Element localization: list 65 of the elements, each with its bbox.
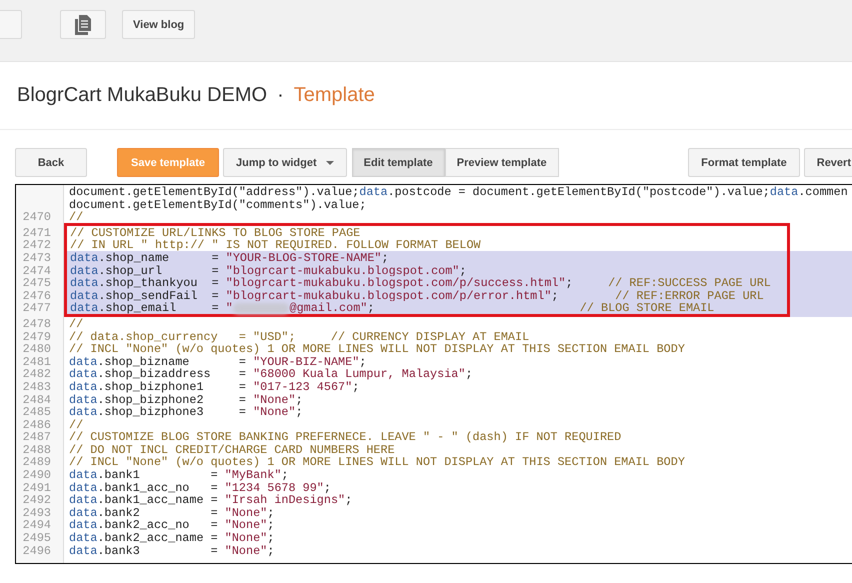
toolbar-button[interactable]: Revert: [804, 148, 852, 177]
line-number: 2487: [22, 430, 52, 443]
code-line: data.bank2 = "None";: [68, 506, 276, 518]
line-number: 2486: [22, 418, 52, 430]
dropdown-button[interactable]: Jump to widget: [222, 148, 347, 177]
code-line: data.shop_bizphone2 = "None";: [68, 392, 304, 406]
code-line: data.shop_bizphone3 = "None";: [68, 405, 304, 418]
code-line: data.bank1_acc_name = "Irsah inDesigns";: [68, 493, 354, 506]
line-number: 2475: [22, 276, 52, 289]
code-line: //: [68, 316, 84, 330]
code-line: // CUSTOMIZE BLOG STORE BANKING PREFERNECE. LEAVE " - " (dash) IF NOT REQUIRED: [68, 430, 622, 443]
code-line: data.bank1 = "MyBank";: [68, 468, 290, 481]
code-line: // INCL "None" (w/o quotes) 1 OR MORE LINES WILL NOT DISPLAY AT THIS SECTION EMAIL BODY: [68, 342, 686, 355]
line-number: 2494: [22, 518, 52, 532]
caret-icon: [326, 160, 334, 164]
line-number: 2472: [22, 238, 52, 251]
code-line: document.getElementById("address").value;data.postcode = document.getElementById("postcode").value;data.commen: [68, 185, 849, 198]
line-number: 2485: [22, 405, 52, 418]
line-number: 2492: [22, 493, 52, 506]
code-line: data.shop_bizname = "YOUR-BIZ-NAME";: [68, 354, 368, 368]
line-number: 2489: [22, 455, 52, 468]
line-number: 2491: [22, 480, 52, 494]
line-number: 2496: [22, 544, 52, 556]
code-line: // IN URL " http:// " IS NOT REQUIRED. FOLLOW FORMAT BELOW: [64, 238, 852, 251]
line-number: 2490: [22, 468, 52, 481]
code-line: data.shop_bizaddress = "68000 Kuala Lumpur, Malaysia";: [68, 367, 474, 380]
code-line: data.bank2_acc_name = "None";: [68, 531, 276, 544]
line-number: 2473: [22, 250, 52, 264]
code-line: // INCL "None" (w/o quotes) 1 OR MORE LINES WILL NOT DISPLAY AT THIS SECTION EMAIL BODY: [68, 455, 686, 468]
code-editor[interactable]: [15, 184, 852, 564]
code-line: // DO NOT INCL CREDIT/CHARGE CARD NUMBERS HERE: [68, 442, 396, 456]
code-line: //: [68, 210, 84, 223]
pages-button[interactable]: [60, 10, 106, 39]
line-number: 2470: [22, 210, 52, 223]
line-number: 2480: [22, 342, 52, 355]
code-line: document.getElementById("comments").value;: [68, 198, 368, 210]
mode-tab[interactable]: Preview template: [444, 148, 559, 177]
code-line: //: [68, 418, 84, 430]
blog-title: BlogrCart MukaBuku DEMO: [17, 84, 268, 107]
line-number: 2484: [22, 392, 52, 406]
line-number: 2476: [22, 288, 52, 302]
code-line: // data.shop_currency = "USD"; // CURRENCY DISPLAY AT EMAIL: [68, 330, 530, 342]
line-number: 2471: [22, 224, 52, 238]
line-number: 2483: [22, 380, 52, 392]
line-number: 2493: [22, 506, 52, 518]
line-number: 2488: [22, 442, 52, 456]
code-line: data.shop_bizphone1 = "017-123 4567";: [68, 380, 360, 392]
toolbar-button[interactable]: Format template: [688, 148, 800, 177]
line-number: 2478: [22, 316, 52, 330]
line-number: 2495: [22, 531, 52, 544]
separator-dot: ·: [277, 84, 284, 107]
line-number: 2477: [22, 301, 52, 317]
line-number: 2479: [22, 330, 52, 342]
code-line: // CUSTOMIZE URL/LINKS TO BLOG STORE PAGE: [64, 222, 852, 238]
code-line: data.bank3 = "None";: [68, 544, 276, 556]
page-title: Template: [294, 84, 375, 107]
line-number: 2482: [22, 367, 52, 380]
view-blog-button[interactable]: View blog: [122, 10, 196, 39]
line-number: 2481: [22, 354, 52, 368]
toolbar-button[interactable]: Back: [15, 148, 87, 177]
code-line: data.bank2_acc_no = "None";: [68, 518, 276, 532]
code-line: data.bank1_acc_no = "1234 5678 99";: [68, 480, 331, 494]
pages-icon: [75, 14, 91, 34]
mode-tab[interactable]: Edit template: [352, 148, 445, 177]
line-number: 2474: [22, 264, 52, 276]
